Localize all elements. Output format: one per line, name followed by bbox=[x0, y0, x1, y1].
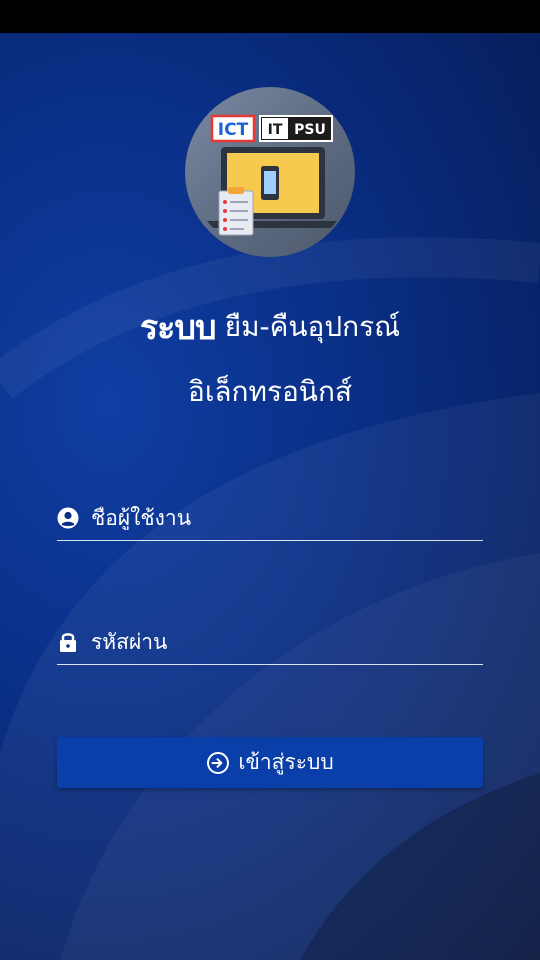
username-field bbox=[57, 496, 483, 541]
login-button-label: เข้าสู่ระบบ bbox=[238, 751, 334, 774]
logo-it-text: IT bbox=[268, 122, 283, 138]
status-bar bbox=[0, 0, 540, 33]
logo-ict-text: ICT bbox=[218, 120, 249, 140]
login-button[interactable]: เข้าสู่ระบบ bbox=[57, 737, 483, 788]
password-field bbox=[57, 620, 483, 665]
app-title-line2: อิเล็กทรอนิกส์ bbox=[188, 375, 352, 408]
user-circle-icon bbox=[57, 507, 79, 529]
app-title-brand: ระบบ bbox=[139, 308, 217, 348]
logo-psu-text: PSU bbox=[294, 122, 326, 138]
lock-icon bbox=[57, 631, 79, 653]
username-input[interactable] bbox=[91, 506, 483, 530]
app-title-line1: ระบบ ยืม-คืนอุปกรณ์ bbox=[0, 300, 540, 354]
password-input[interactable] bbox=[91, 630, 483, 654]
sign-in-icon bbox=[206, 751, 230, 775]
app-title-rest: ยืม-คืนอุปกรณ์ bbox=[224, 310, 401, 343]
app-logo: ICT IT PSU bbox=[185, 87, 355, 257]
